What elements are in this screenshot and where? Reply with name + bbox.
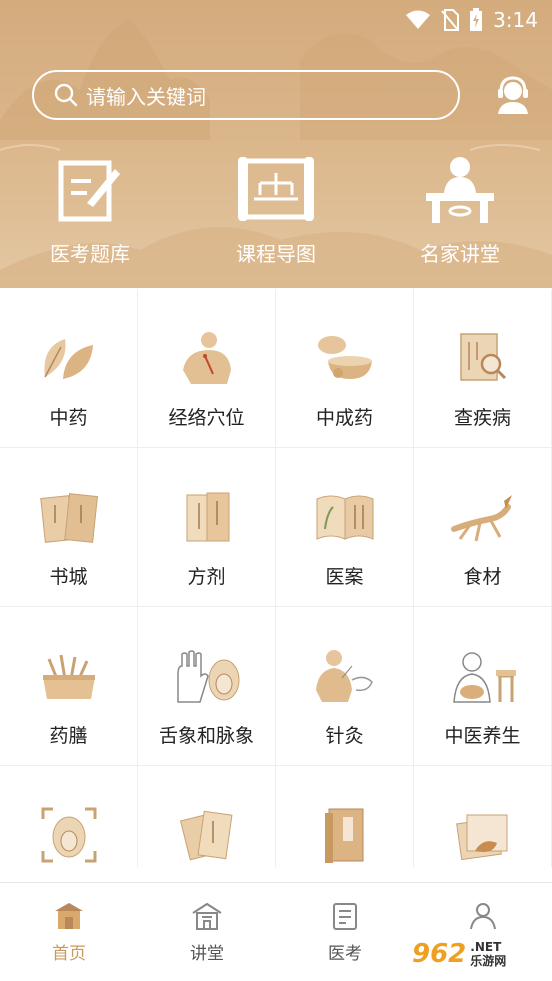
quick-link-exam-bank[interactable]: 医考题库	[10, 150, 170, 267]
ginseng-icon	[450, 495, 512, 542]
nav-lecture-hall[interactable]: 讲堂	[138, 901, 276, 964]
grid-item-label: 中药	[49, 407, 88, 429]
profile-icon	[470, 903, 496, 930]
nav-label: 医考	[328, 944, 362, 964]
grid-item-label: 中医养生	[444, 725, 521, 747]
grid-item-tongue-pulse[interactable]: 舌象和脉象	[138, 607, 276, 766]
customer-service-icon[interactable]	[492, 74, 534, 116]
grid-item-prescription[interactable]: 方剂	[138, 448, 276, 607]
tongue-pulse-icon	[176, 650, 239, 703]
grid-item-scrolls[interactable]	[138, 766, 276, 867]
quick-link-label: 医考题库	[50, 242, 130, 266]
wifi-icon	[406, 10, 431, 29]
grid-item-label: 舌象和脉象	[158, 725, 254, 747]
grid-item-label: 针灸	[325, 725, 364, 747]
grid-item-label: 经络穴位	[168, 407, 245, 429]
grid-item-label: 食材	[463, 566, 502, 588]
quick-link-lecture[interactable]: 名家讲堂	[380, 150, 540, 267]
search-bar[interactable]: 请输入关键词	[32, 70, 460, 120]
grid-item-chinese-herb[interactable]: 中药	[0, 289, 138, 448]
grid-item-label: 药膳	[49, 725, 88, 747]
case-book-icon	[316, 495, 373, 540]
grid-item-label: 中成药	[315, 407, 373, 429]
header-banner: 3:14 请输入关键词 医考题库 课程导图 名家讲堂	[0, 0, 552, 288]
herb-paper-icon	[455, 814, 507, 861]
nav-label: 讲堂	[190, 944, 224, 964]
grid-item-label: 医案	[325, 566, 364, 588]
quick-link-label: 课程导图	[236, 242, 316, 266]
grid-item-classic-book[interactable]	[276, 766, 414, 867]
lecture-icon	[426, 157, 494, 223]
hall-icon	[192, 902, 222, 930]
grid-item-label: 书城	[49, 566, 88, 588]
leaf-icon	[43, 339, 93, 379]
watermark-text: 乐游网	[470, 954, 507, 968]
watermark-suffix: .NET	[470, 940, 502, 954]
search-input[interactable]: 请输入关键词	[86, 81, 206, 110]
exam-icon	[333, 903, 357, 930]
grid-item-ingredients[interactable]: 食材	[414, 448, 552, 607]
grid-item-health-preservation[interactable]: 中医养生	[414, 607, 552, 766]
no-sim-icon	[441, 9, 460, 31]
watermark-number: 962	[412, 939, 467, 969]
nav-label: 首页	[52, 944, 86, 964]
grid-item-label: 方剂	[187, 566, 226, 588]
watermark-logo: 962 .NET 乐游网	[412, 930, 550, 978]
home-icon	[55, 903, 83, 929]
status-time: 3:14	[493, 8, 538, 32]
scrolls-icon	[179, 810, 232, 861]
classic-book-icon	[324, 808, 363, 863]
feature-grid: 中药 经络穴位 中成药 查疾病 书城 方剂 医案 食材 药膳 舌象和脉象 针灸	[0, 289, 552, 867]
quick-link-course-map[interactable]: 课程导图	[196, 150, 356, 267]
grid-item-label: 查疾病	[453, 407, 511, 429]
exam-bank-icon	[58, 160, 120, 222]
grid-item-patent-medicine[interactable]: 中成药	[276, 289, 414, 448]
grid-item-medicinal-diet[interactable]: 药膳	[0, 607, 138, 766]
quick-link-label: 名家讲堂	[420, 242, 500, 266]
grid-item-medical-case[interactable]: 医案	[276, 448, 414, 607]
grid-item-meridian-acupoint[interactable]: 经络穴位	[138, 289, 276, 448]
battery-charging-icon	[470, 8, 483, 31]
acupoint-icon	[182, 332, 231, 384]
tongue-scan-icon	[41, 807, 96, 863]
nav-exam[interactable]: 医考	[276, 901, 414, 964]
grid-item-herb-paper[interactable]	[414, 766, 552, 867]
search-icon	[54, 83, 78, 107]
books-icon	[39, 493, 98, 543]
acupuncture-icon	[315, 650, 373, 702]
mortar-icon	[317, 336, 372, 379]
medicinal-diet-icon	[42, 654, 95, 699]
nav-home[interactable]: 首页	[0, 901, 138, 964]
nav-profile[interactable]	[414, 901, 552, 931]
grid-item-tongue-scan[interactable]	[0, 766, 138, 867]
prescription-icon	[186, 492, 229, 542]
grid-item-disease-lookup[interactable]: 查疾病	[414, 289, 552, 448]
course-map-icon	[238, 157, 314, 221]
disease-search-icon	[459, 333, 506, 381]
grid-item-bookstore[interactable]: 书城	[0, 448, 138, 607]
status-bar: 3:14	[405, 6, 538, 34]
grid-item-acupuncture[interactable]: 针灸	[276, 607, 414, 766]
health-preservation-icon	[452, 652, 516, 703]
